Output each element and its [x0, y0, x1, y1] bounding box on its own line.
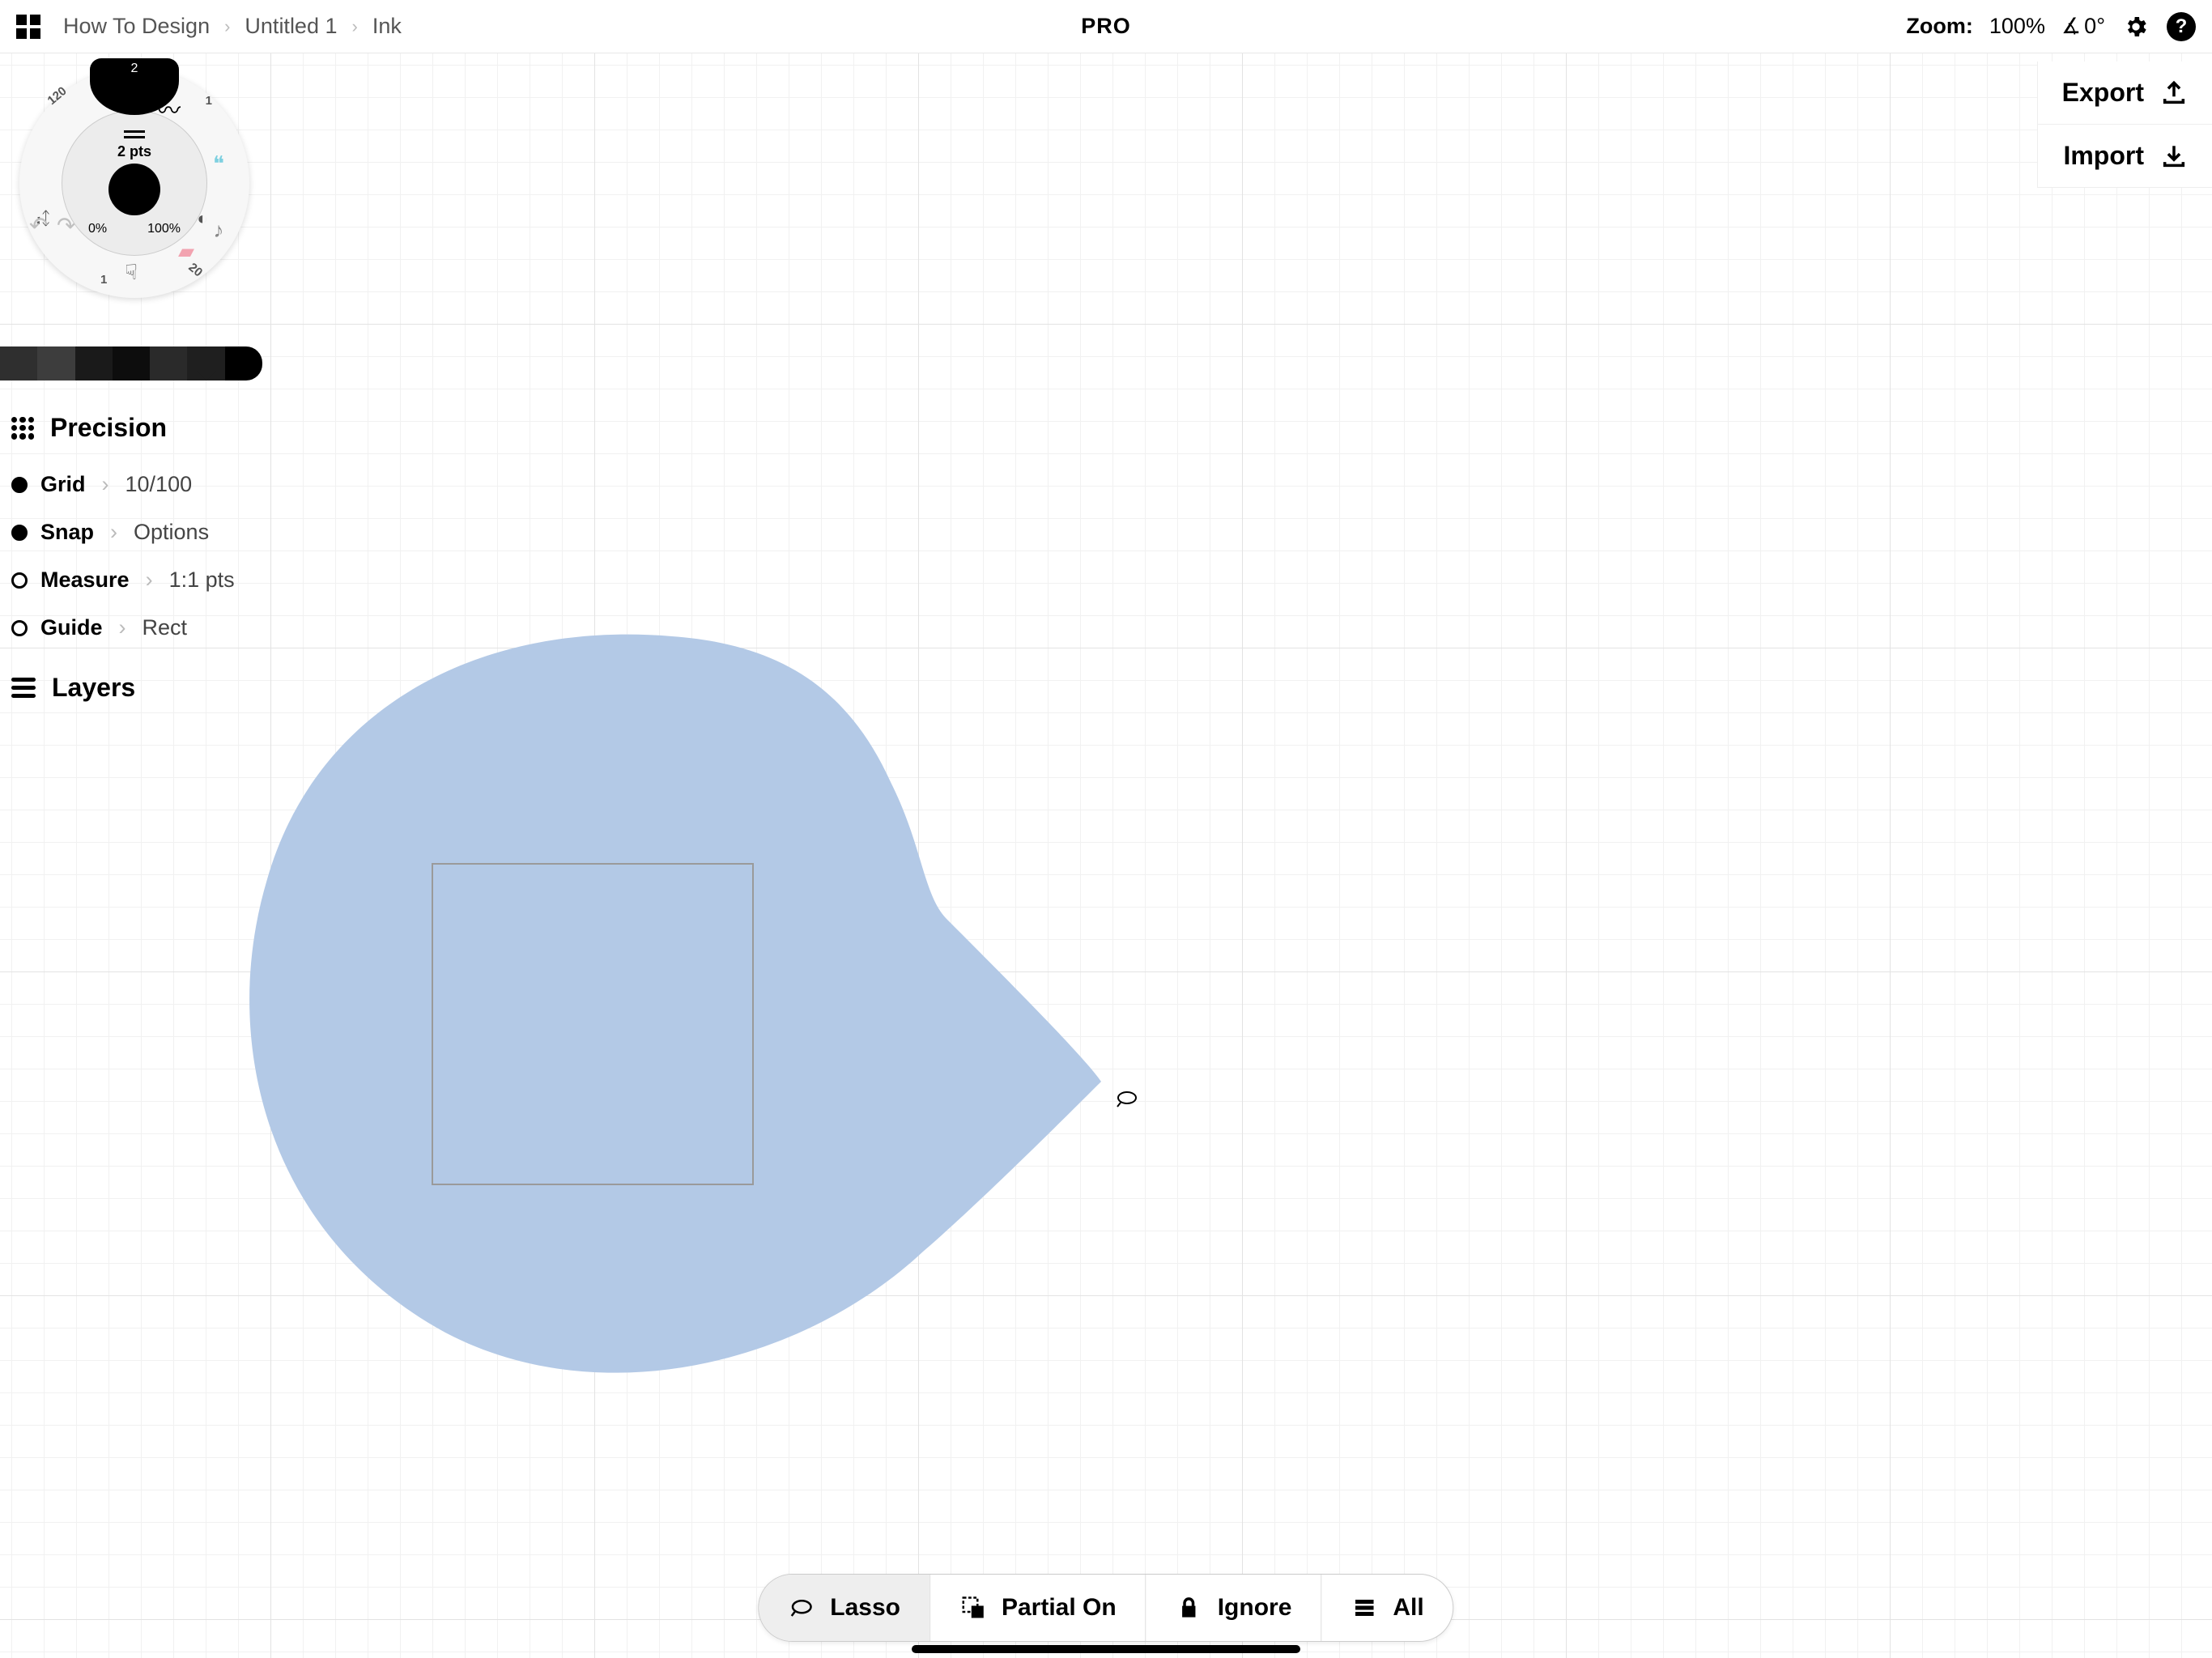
- chevron-right-icon: ›: [119, 615, 126, 640]
- breadcrumb: How To Design › Untitled 1 › Ink: [63, 14, 402, 39]
- palette-swatch-active[interactable]: [187, 346, 224, 380]
- lasso-icon: [788, 1594, 815, 1622]
- precision-row-measure[interactable]: Measure › 1:1 pts: [11, 556, 262, 604]
- palette-swatch[interactable]: [150, 346, 187, 380]
- all-mode-button[interactable]: All: [1321, 1575, 1453, 1641]
- color-palette[interactable]: [0, 346, 262, 380]
- pro-badge: PRO: [1081, 14, 1131, 39]
- chevron-right-icon: ›: [110, 520, 117, 545]
- home-indicator: [912, 1645, 1300, 1653]
- angle-value[interactable]: 0°: [2084, 14, 2105, 39]
- palette-swatch-active[interactable]: [75, 346, 113, 380]
- palette-swatch[interactable]: [0, 346, 37, 380]
- breadcrumb-item[interactable]: How To Design: [63, 14, 210, 39]
- layers-title: Layers: [52, 673, 135, 703]
- help-icon[interactable]: ?: [2167, 12, 2196, 41]
- size-lines-icon: [124, 130, 145, 138]
- layers-header[interactable]: Layers: [11, 673, 262, 703]
- grid-dots-icon: [11, 417, 34, 440]
- precision-row-grid[interactable]: Grid › 10/100: [11, 461, 262, 508]
- breadcrumb-item[interactable]: Ink: [372, 14, 402, 39]
- brush-size-label: 2 pts: [117, 143, 151, 160]
- zoom-label: Zoom:: [1906, 14, 1972, 39]
- breadcrumb-item[interactable]: Untitled 1: [245, 14, 337, 39]
- wheel-scale-label: 1: [206, 94, 212, 108]
- toggle-off-icon[interactable]: [11, 572, 28, 589]
- export-button[interactable]: Export: [2037, 62, 2212, 125]
- selection-rect: [432, 863, 754, 1185]
- import-icon: [2160, 142, 2188, 170]
- precision-title: Precision: [50, 413, 167, 443]
- selection-toolbar: Lasso Partial On Ignore All: [758, 1574, 1453, 1642]
- chevron-right-icon: ›: [146, 568, 153, 593]
- layers-icon: [11, 678, 36, 698]
- toggle-on-icon[interactable]: [11, 477, 28, 493]
- tool-wheel[interactable]: 2 120 1 1 20 〰 ❝ ♪ ▰ ☟ ᎓ᛨ ◐ ↶ ↷ 2 pts 0%…: [13, 62, 256, 304]
- wheel-scale-label: 1: [100, 273, 107, 287]
- zoom-value[interactable]: 100%: [1989, 14, 2045, 39]
- palette-swatch[interactable]: [225, 346, 262, 380]
- brush-tool-icon[interactable]: ❝: [204, 149, 233, 178]
- lasso-mode-button[interactable]: Lasso: [759, 1575, 930, 1641]
- palette-swatch[interactable]: [113, 346, 150, 380]
- undo-icon[interactable]: ↶: [29, 212, 57, 233]
- opacity-range: 0% 100%: [88, 222, 181, 236]
- layers-stack-icon: [1351, 1594, 1378, 1622]
- hand-tool-icon[interactable]: ☟: [117, 257, 146, 287]
- chevron-right-icon: ›: [224, 16, 230, 37]
- partial-select-icon: [959, 1594, 987, 1622]
- import-button[interactable]: Import: [2037, 125, 2212, 188]
- gear-icon[interactable]: [2121, 12, 2150, 41]
- export-icon: [2160, 79, 2188, 107]
- color-swatch[interactable]: [108, 164, 160, 215]
- canvas[interactable]: [0, 53, 2212, 1658]
- palette-swatch[interactable]: [37, 346, 74, 380]
- chevron-right-icon: ›: [352, 16, 358, 37]
- precision-header[interactable]: Precision: [11, 413, 262, 443]
- precision-row-snap[interactable]: Snap › Options: [11, 508, 262, 556]
- lock-icon: [1176, 1594, 1203, 1622]
- lasso-cursor-icon: [1116, 1090, 1138, 1107]
- brush-size-badge: 2: [131, 62, 138, 75]
- ignore-mode-button[interactable]: Ignore: [1146, 1575, 1322, 1641]
- toggle-on-icon[interactable]: [11, 525, 28, 541]
- io-buttons: Export Import: [2037, 62, 2212, 188]
- precision-row-guide[interactable]: Guide › Rect: [11, 604, 262, 652]
- chevron-right-icon: ›: [102, 472, 109, 497]
- partial-mode-button[interactable]: Partial On: [930, 1575, 1146, 1641]
- angle-icon: ∡: [2061, 14, 2081, 39]
- side-panel: Precision Grid › 10/100 Snap › Options M…: [11, 400, 262, 721]
- toggle-off-icon[interactable]: [11, 620, 28, 636]
- apps-grid-icon[interactable]: [16, 15, 40, 39]
- wheel-center[interactable]: 2 pts 0% 100%: [62, 110, 207, 256]
- top-bar: How To Design › Untitled 1 › Ink PRO Zoo…: [0, 0, 2212, 53]
